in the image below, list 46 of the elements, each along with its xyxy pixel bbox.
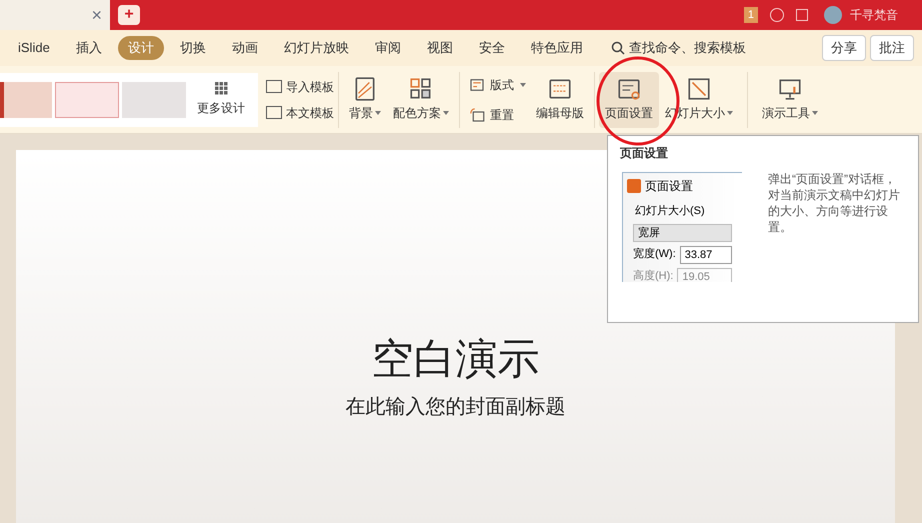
ribbon-button[interactable]: 演示工具 [756, 72, 824, 128]
menu-tab[interactable]: 幻灯片放映 [274, 36, 359, 60]
height-label: 高度(H): [633, 268, 674, 282]
width-field: 33.87 [680, 246, 732, 264]
ribbon-button[interactable]: 版式 [464, 74, 530, 96]
ribbon-button[interactable]: 配色方案 [387, 72, 455, 128]
more-designs-button[interactable]: 更多设计 [197, 82, 245, 117]
menu-tab[interactable]: 切换 [170, 36, 216, 60]
height-field: 19.05 [677, 268, 732, 282]
menu-tab[interactable]: 视图 [416, 36, 463, 60]
resize-icon [686, 76, 712, 102]
body-template-button[interactable]: 本文模板 [266, 104, 334, 122]
ribbon-button[interactable]: 重置 [464, 104, 530, 126]
template-icon [266, 80, 282, 93]
template-thumbnail[interactable] [122, 82, 186, 118]
dialog-title: 页面设置 [645, 178, 693, 195]
menu-tab[interactable]: 安全 [468, 36, 515, 60]
reset-icon [468, 106, 486, 124]
ribbon-button[interactable]: 背景 [343, 72, 387, 128]
group-label: 幻灯片大小(S) [634, 204, 706, 219]
menu-tab[interactable]: iSlide [8, 36, 60, 60]
tooltip-title: 页面设置 [618, 145, 669, 162]
menu-tab[interactable]: 插入 [66, 36, 112, 60]
width-label: 宽度(W): [633, 246, 676, 262]
ribbon-button[interactable]: 页面设置 [599, 72, 659, 128]
search-field[interactable]: 查找命令、搜索模板 [610, 38, 759, 58]
action-button[interactable]: 批注 [870, 35, 914, 61]
template-thumbnail[interactable] [0, 82, 52, 118]
action-button[interactable]: 分享 [822, 35, 866, 61]
user-name[interactable]: 千寻梵音 [850, 6, 898, 24]
menu-tab[interactable]: 动画 [222, 36, 268, 60]
app-logo-icon [627, 179, 641, 193]
slide-title[interactable]: 空白演示 [372, 338, 540, 380]
ribbon-button[interactable]: 编辑母版 [530, 72, 590, 128]
tooltip-description: 弹出“页面设置”对话框，对当前演示文稿中幻灯片的大小、方向等进行设置。 [767, 171, 901, 236]
new-tab-button[interactable]: + [118, 5, 140, 25]
slide-subtitle[interactable]: 在此输入您的封面副标题 [346, 392, 566, 422]
template-icon [266, 106, 282, 119]
menu-tab[interactable]: 审阅 [364, 36, 411, 60]
search-icon [610, 41, 625, 55]
menu-tab[interactable]: 特色应用 [520, 36, 593, 60]
import-template-button[interactable]: 导入模板 [266, 78, 334, 96]
grid-icon [214, 82, 228, 95]
avatar[interactable] [824, 6, 842, 24]
close-tab-icon[interactable]: × [91, 2, 102, 28]
template-thumbnail[interactable] [55, 82, 119, 118]
